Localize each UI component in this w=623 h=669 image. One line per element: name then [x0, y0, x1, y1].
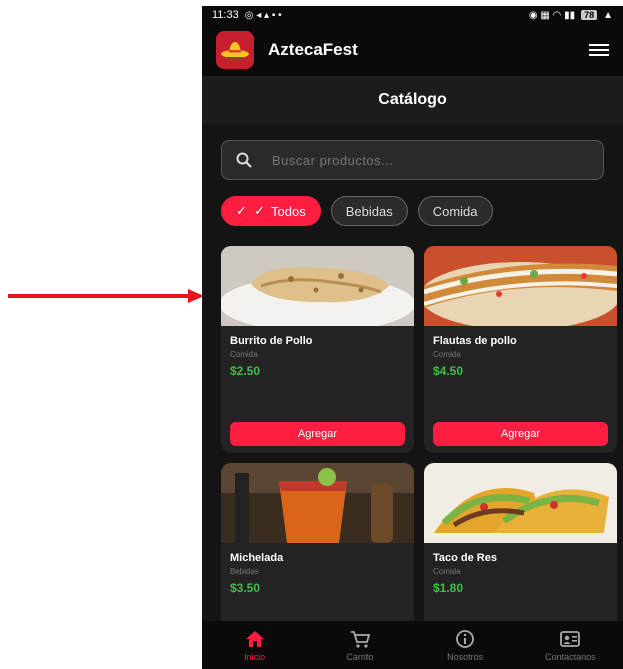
- nav-item-carrito[interactable]: Carrito: [307, 621, 412, 669]
- product-image-flautas: [424, 246, 617, 326]
- product-category: Comida: [230, 350, 258, 359]
- search-input[interactable]: [270, 151, 589, 169]
- product-card[interactable]: Flautas de pollo Comida $4.50 Agregar: [424, 246, 617, 453]
- product-image-burrito: [221, 246, 414, 326]
- battery-level: 78: [581, 10, 598, 20]
- filter-chip-todos[interactable]: ✓ ✓ Todos: [221, 196, 321, 226]
- app-title: AztecaFest: [268, 40, 358, 59]
- annotation-arrow: [8, 289, 204, 303]
- product-category: Comida: [433, 567, 461, 576]
- product-image-taco: [424, 463, 617, 543]
- home-icon: [245, 630, 264, 647]
- product-price: $4.50: [433, 364, 464, 378]
- product-name: Michelada: [230, 552, 284, 564]
- status-bar: 11:33 ◎ ◂ ▴ ▪ • ◉ ▦ ◠ ▮▮ 78 ▲: [202, 6, 623, 24]
- product-card[interactable]: Burrito de Pollo Comida $2.50 Agregar: [221, 246, 414, 453]
- product-category: Comida: [433, 350, 461, 359]
- info-icon: [456, 629, 475, 648]
- app-bar: AztecaFest: [202, 24, 623, 76]
- filter-chip-label: Bebidas: [345, 203, 393, 219]
- nav-item-nosotros[interactable]: Nosotros: [413, 621, 518, 669]
- filter-chip-comida[interactable]: Comida: [417, 196, 493, 226]
- add-to-cart-button[interactable]: Agregar: [230, 422, 405, 446]
- search-icon: [236, 152, 252, 168]
- filter-chip-label: Todos: [271, 203, 306, 219]
- product-name: Burrito de Pollo: [230, 335, 313, 347]
- nav-label: Inicio: [244, 651, 266, 662]
- signal-icons: ◉ ▦ ◠ ▮▮: [528, 9, 576, 21]
- product-price: $3.50: [230, 581, 261, 595]
- product-grid: Burrito de Pollo Comida $2.50 Agregar Fl…: [221, 246, 623, 669]
- add-to-cart-button[interactable]: Agregar: [433, 422, 608, 446]
- filter-chip-bebidas[interactable]: Bebidas: [330, 196, 408, 226]
- nav-item-inicio[interactable]: Inicio: [202, 621, 307, 669]
- product-price: $1.80: [433, 581, 464, 595]
- filter-chip-label: Comida: [432, 203, 478, 219]
- contact-card-icon: [560, 630, 581, 647]
- search-bar[interactable]: [221, 140, 604, 180]
- nav-label: Nosotros: [447, 651, 484, 662]
- nav-label: Contactanos: [545, 651, 596, 662]
- check-icon: ✓ ✓: [236, 203, 266, 218]
- page-title: Catálogo: [202, 76, 623, 124]
- alert-icon: ▲: [603, 9, 613, 21]
- nav-label: Carrito: [346, 651, 374, 662]
- bottom-navigation: Inicio Carrito Nosotros Contactanos: [202, 621, 623, 669]
- notification-icons: ◎ ◂ ▴ ▪ •: [244, 9, 282, 21]
- filter-chips: ✓ ✓ Todos Bebidas Comida: [221, 196, 604, 226]
- phone-screen: 11:33 ◎ ◂ ▴ ▪ • ◉ ▦ ◠ ▮▮ 78 ▲ AztecaFest…: [202, 6, 623, 669]
- product-image-michelada: [221, 463, 414, 543]
- product-name: Flautas de pollo: [433, 335, 517, 347]
- nav-item-contactanos[interactable]: Contactanos: [518, 621, 623, 669]
- status-time: 11:33: [212, 9, 239, 21]
- sombrero-logo-icon: [216, 31, 254, 69]
- hamburger-menu-icon[interactable]: [589, 44, 609, 56]
- product-name: Taco de Res: [433, 552, 497, 564]
- product-category: Bebidas: [230, 567, 259, 576]
- product-price: $2.50: [230, 364, 261, 378]
- cart-icon: [350, 630, 371, 648]
